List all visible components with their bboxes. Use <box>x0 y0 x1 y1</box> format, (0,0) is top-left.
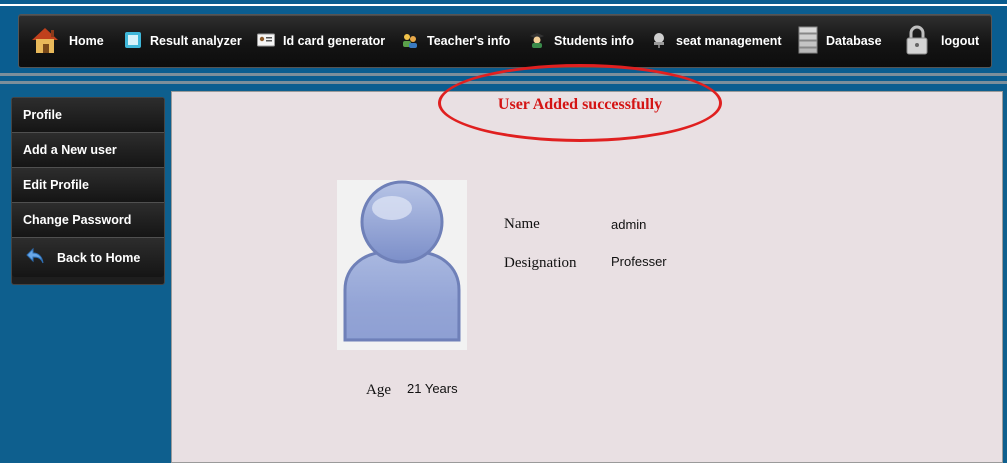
main-nav: Home Result analyzer Id card generator T… <box>18 14 992 68</box>
nav-label: Students info <box>554 34 634 48</box>
designation-label: Designation <box>504 255 577 271</box>
nav-label: Teacher's info <box>427 34 511 48</box>
age-label: Age <box>366 382 391 398</box>
nav-label: logout <box>941 34 980 48</box>
sidebar-item-label: Change Password <box>23 213 132 227</box>
result-icon <box>124 31 142 52</box>
nav-students-info[interactable]: Students info <box>528 15 634 67</box>
banner-stripe <box>0 4 1007 6</box>
nav-label: Home <box>69 34 104 48</box>
student-icon <box>528 31 546 52</box>
nav-seat-management[interactable]: seat management <box>650 15 782 67</box>
nav-result-analyzer[interactable]: Result analyzer <box>124 15 242 67</box>
house-icon <box>29 25 61 58</box>
sidebar-item-label: Add a New user <box>23 143 117 157</box>
sidebar-item-edit-profile[interactable]: Edit Profile <box>12 168 164 203</box>
sidebar: Profile Add a New user Edit Profile Chan… <box>11 97 165 285</box>
sidebar-item-back-to-home[interactable]: Back to Home <box>12 238 164 277</box>
name-value: admin <box>611 217 647 232</box>
avatar <box>337 180 467 350</box>
nav-logout[interactable]: logout <box>905 15 979 67</box>
success-message: User Added successfully <box>497 96 663 113</box>
user-silhouette-icon <box>343 180 461 342</box>
nav-label: seat management <box>676 34 782 48</box>
back-arrow-icon <box>25 247 45 268</box>
lock-icon <box>905 24 929 59</box>
sidebar-item-change-password[interactable]: Change Password <box>12 203 164 238</box>
nav-home[interactable]: Home <box>29 15 104 67</box>
nav-label: Database <box>826 34 882 48</box>
nav-label: Id card generator <box>283 34 386 48</box>
content-panel <box>171 91 1003 463</box>
id-card-icon <box>257 33 275 50</box>
age-value: 21 Years <box>407 381 458 396</box>
nav-label: Result analyzer <box>150 34 242 48</box>
teachers-icon <box>401 31 419 52</box>
seat-icon <box>650 31 668 52</box>
sidebar-item-label: Edit Profile <box>23 178 89 192</box>
designation-value: Professer <box>611 254 667 269</box>
nav-id-card-generator[interactable]: Id card generator <box>257 15 385 67</box>
database-icon <box>798 26 818 57</box>
sidebar-item-label: Back to Home <box>57 250 141 265</box>
sidebar-item-add-new-user[interactable]: Add a New user <box>12 133 164 168</box>
sidebar-item-profile[interactable]: Profile <box>12 98 164 133</box>
nav-database[interactable]: Database <box>798 15 882 67</box>
nav-teachers-info[interactable]: Teacher's info <box>401 15 510 67</box>
name-label: Name <box>504 216 540 232</box>
sidebar-item-label: Profile <box>23 108 62 122</box>
